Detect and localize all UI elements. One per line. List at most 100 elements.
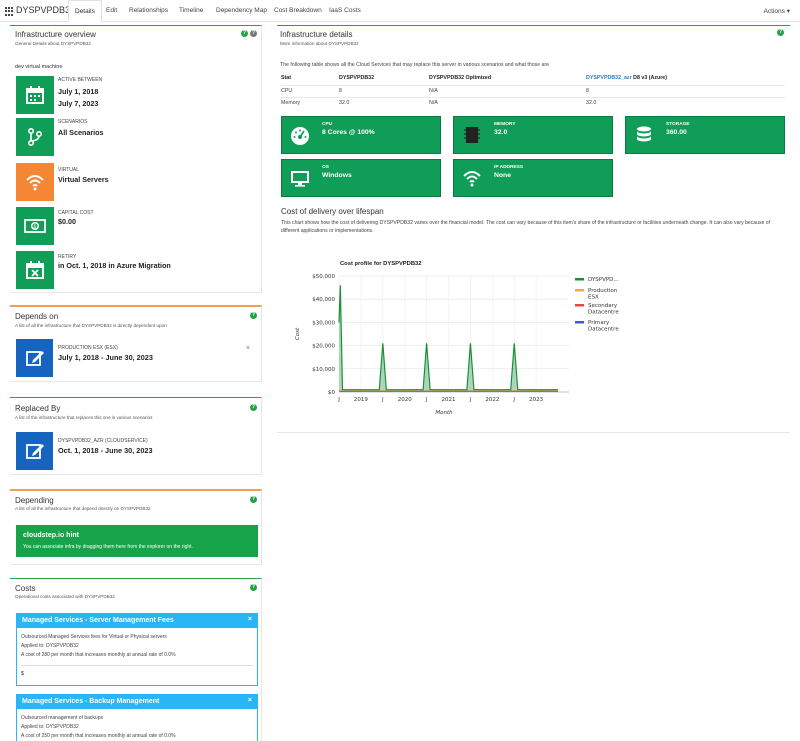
x-tick-label: J xyxy=(469,397,472,403)
cost-delivery-title: Cost of delivery over lifespan xyxy=(281,207,384,216)
help-icon[interactable]: ? xyxy=(250,584,257,591)
close-icon[interactable]: × xyxy=(248,697,252,704)
y-tick-label: $0 xyxy=(328,390,335,396)
cost-description: Outsourced management of backups xyxy=(21,715,103,721)
legend-swatch xyxy=(575,321,584,324)
tab-iaas-costs[interactable]: IaaS Costs xyxy=(329,7,361,14)
remove-dependency-icon[interactable]: × xyxy=(246,345,250,352)
tab-edit[interactable]: Edit xyxy=(106,7,117,14)
x-tick-label: 2021 xyxy=(442,397,456,403)
dependency-name: PRODUCTION ESX (ESX) xyxy=(58,345,118,351)
virtual-value: Virtual Servers xyxy=(58,175,109,184)
cost-applied-to: Applied to: DYSPVPDB32 xyxy=(21,643,79,649)
overview-subtitle: General Details about DYSPVPDB32 xyxy=(15,41,91,46)
capital-cost-value: $0.00 xyxy=(58,217,76,226)
y-axis-title: Cost xyxy=(295,327,301,340)
costs-title: Costs xyxy=(15,584,36,593)
depending-title: Depending xyxy=(15,496,54,505)
x-tick-label: J xyxy=(512,397,515,403)
scenarios-value: All Scenarios xyxy=(58,128,104,137)
close-icon[interactable]: × xyxy=(248,616,252,623)
legend-swatch xyxy=(575,304,584,307)
legend-label: ESX xyxy=(588,295,599,301)
database-icon xyxy=(629,120,659,150)
tab-cost-breakdown[interactable]: Cost Breakdown xyxy=(274,7,322,14)
caret-down-icon: ▾ xyxy=(786,8,790,15)
calendar-icon xyxy=(16,76,54,114)
depending-subtitle: A list of all the infrastructure that de… xyxy=(15,506,151,511)
table-row: Memory 32.0 N/A 32.0 xyxy=(281,96,785,109)
cost-rate: A cost of 250 per month that increases m… xyxy=(21,733,176,739)
legend-label: Primary xyxy=(588,320,610,326)
depends-on-item[interactable]: PRODUCTION ESX (ESX) July 1, 2018 - June… xyxy=(16,339,254,379)
machine-type: dev virtual machine xyxy=(15,64,63,70)
tile-label: MEMORY xyxy=(494,122,516,127)
legend-swatch xyxy=(575,289,584,292)
x-tick-label: J xyxy=(337,397,340,403)
memory-icon xyxy=(457,120,487,150)
overview-capital-cost: $ CAPITAL COST $0.00 xyxy=(16,207,256,245)
depends-on-title: Depends on xyxy=(15,312,59,321)
replacement-link[interactable]: DYSPVPDB32_azr xyxy=(586,75,632,81)
column-header: Stat xyxy=(281,75,292,82)
tab-timeline[interactable]: Timeline xyxy=(179,7,203,14)
edit-icon[interactable] xyxy=(16,339,53,377)
column-header: DYSPVPDB32_azr D8 v3 (Azure) xyxy=(586,75,667,82)
help-icon[interactable]: ? xyxy=(777,29,784,36)
cost-description: Outsourced Managed Services fees for Vir… xyxy=(21,634,167,640)
y-tick-label: $20,000 xyxy=(312,344,335,350)
help-icon[interactable]: ? xyxy=(250,312,257,319)
actions-menu[interactable]: Actions ▾ xyxy=(764,7,790,15)
cost-applied-to: Applied to: DYSPVPDB32 xyxy=(21,724,79,730)
help-icon[interactable]: ? xyxy=(250,404,257,411)
cost-profile-chart: $0 $10,000 $20,000 $30,000 $40,000 $50,000 J 20… xyxy=(295,274,619,416)
y-tick-label: $30,000 xyxy=(312,320,335,326)
details-intro: The following table shows all the Cloud … xyxy=(280,62,550,68)
x-tick-label: 2020 xyxy=(398,397,412,403)
top-nav: DYSPVPDB32 Details Edit Relationships Ti… xyxy=(0,0,800,22)
stats-table: Stat DYSPVPDB32 DYSPVPDB32 Optimized DYS… xyxy=(281,72,785,109)
replaced-by-subtitle: A list of the infrastructure that replac… xyxy=(15,415,153,420)
y-tick-label: $50,000 xyxy=(312,274,335,280)
tile-value: 360.00 xyxy=(666,129,687,136)
info-icon[interactable]: ? xyxy=(250,30,257,37)
tab-relationships[interactable]: Relationships xyxy=(129,7,168,14)
x-tick-label: 2019 xyxy=(354,397,368,403)
legend-label: Datacentre xyxy=(588,327,619,333)
help-icon[interactable]: ? xyxy=(241,30,248,37)
x-tick-label: J xyxy=(381,397,384,403)
replaced-by-item[interactable]: DYSPVPDB32_AZR (CLOUDSERVICE) Oct. 1, 20… xyxy=(16,432,254,472)
tab-details[interactable]: Details xyxy=(68,0,102,22)
legend-label: Secondary xyxy=(588,303,618,309)
apps-grid-icon[interactable] xyxy=(5,7,14,16)
replaced-by-title: Replaced By xyxy=(15,404,61,413)
help-icon[interactable]: ? xyxy=(250,496,257,503)
cost-delivery-description: This chart shows how the cost of deliver… xyxy=(281,220,770,234)
scenarios-label: SCENARIOS xyxy=(58,119,88,125)
cpu-tile: CPU 8 Cores @ 100% xyxy=(281,116,441,154)
ip-address-tile: IP ADDRESS None xyxy=(453,159,613,197)
overview-virtual: VIRTUAL Virtual Servers xyxy=(16,163,256,201)
cost-rate: A cost of 280 per month that increases m… xyxy=(21,652,176,658)
tile-label: CPU xyxy=(322,122,333,127)
cost-currency-input[interactable]: $ xyxy=(21,665,253,679)
column-header: DYSPVPDB32 xyxy=(339,75,375,82)
legend-label: Production xyxy=(588,288,618,294)
branch-icon xyxy=(16,118,54,156)
active-end-date: July 7, 2023 xyxy=(58,99,99,108)
tile-label: IP ADDRESS xyxy=(494,165,524,170)
tab-dependency-map[interactable]: Dependency Map xyxy=(216,7,267,14)
hint-text: You can associate infra by dragging them… xyxy=(23,544,193,550)
calendar-x-icon xyxy=(16,251,54,289)
cost-card-title: Managed Services - Backup Management xyxy=(22,698,160,705)
cost-card: Managed Services - Backup Management × Ou… xyxy=(16,694,258,741)
overview-active-between: ACTIVE BETWEEN July 1, 2018 July 7, 2023 xyxy=(16,76,256,114)
depends-on-subtitle: A list of all the infrastructure that DY… xyxy=(15,323,167,328)
legend-swatch xyxy=(575,278,584,281)
x-tick-label: 2022 xyxy=(485,397,499,403)
overview-retiry: RETIRY in Oct. 1, 2018 in Azure Migratio… xyxy=(16,251,256,289)
tile-value: None xyxy=(494,172,511,179)
tile-value: 32.0 xyxy=(494,129,508,136)
edit-icon[interactable] xyxy=(16,432,53,470)
tile-value: Windows xyxy=(322,172,352,179)
